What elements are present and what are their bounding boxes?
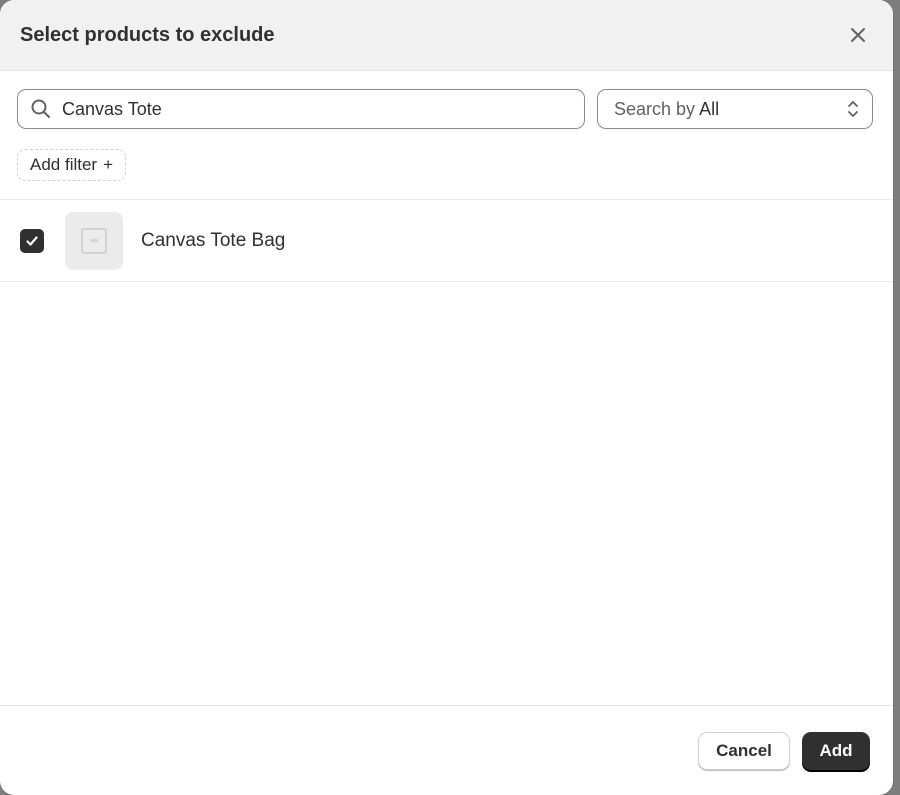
search-toolbar: Search by All	[0, 71, 893, 129]
add-filter-button[interactable]: Add filter +	[17, 149, 127, 181]
product-name: Canvas Tote Bag	[141, 229, 286, 251]
close-icon	[851, 28, 865, 42]
plus-icon: +	[103, 155, 114, 174]
add-filter-label: Add filter	[30, 155, 98, 174]
search-by-text: Search by All	[614, 99, 719, 120]
chevron-up-down-icon	[848, 101, 858, 117]
product-thumbnail	[65, 211, 123, 270]
checkmark-icon	[26, 235, 38, 246]
search-input[interactable]	[62, 98, 572, 120]
search-icon	[30, 98, 52, 120]
add-button[interactable]: Add	[802, 731, 870, 770]
image-placeholder-icon	[81, 227, 107, 254]
list-item[interactable]: Canvas Tote Bag	[0, 200, 893, 282]
product-picker-modal: Select products to exclude Search by All	[0, 0, 893, 795]
search-field[interactable]	[17, 89, 585, 129]
search-by-select[interactable]: Search by All	[597, 89, 873, 129]
search-by-label: Search by	[614, 98, 696, 119]
product-list: Canvas Tote Bag	[0, 199, 893, 282]
close-button[interactable]	[843, 20, 873, 50]
cancel-button[interactable]: Cancel	[698, 731, 790, 770]
modal-header: Select products to exclude	[0, 0, 893, 71]
product-checkbox[interactable]	[20, 228, 44, 253]
filter-row: Add filter +	[0, 129, 893, 181]
modal-title: Select products to exclude	[20, 23, 275, 46]
search-by-value: All	[699, 98, 720, 119]
modal-footer: Cancel Add	[0, 705, 893, 795]
